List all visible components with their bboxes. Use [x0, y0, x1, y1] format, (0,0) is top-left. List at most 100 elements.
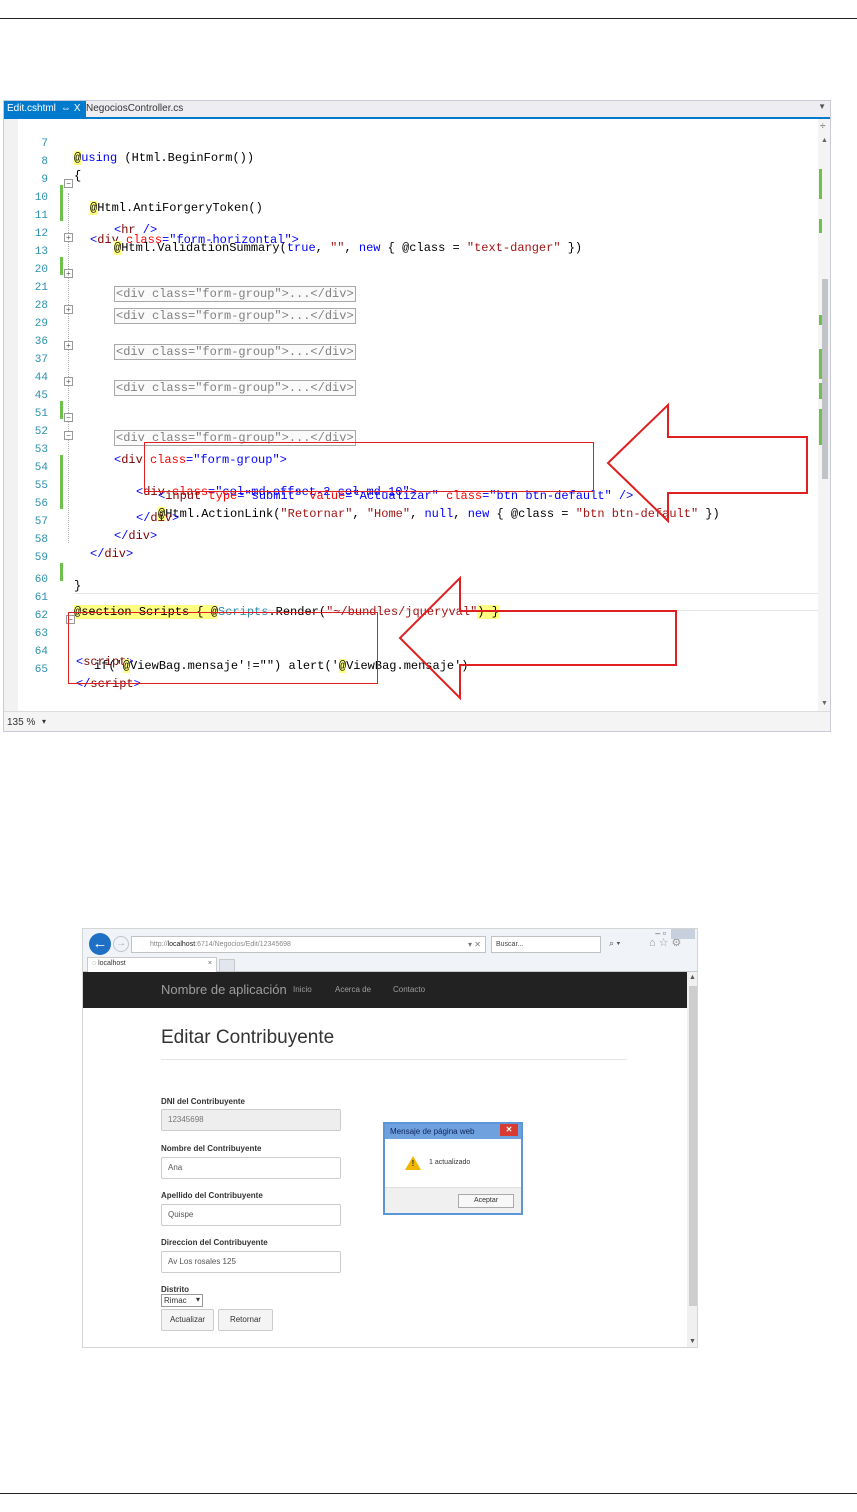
chevron-down-icon[interactable]: ▾	[42, 717, 46, 726]
code-line: 20	[4, 247, 818, 276]
dialog-message: 1 actualizado	[429, 1159, 471, 1166]
aceptar-button[interactable]: Aceptar	[458, 1194, 514, 1208]
scroll-up-icon[interactable]: ▲	[689, 974, 696, 981]
browser-toolbar: ← → http://localhost:6714/Negocios/Edit/…	[83, 929, 697, 972]
collapse-icon[interactable]: −	[64, 179, 73, 188]
line-number: 65	[34, 664, 48, 676]
zoom-level[interactable]: 135 %	[7, 717, 35, 728]
expand-icon[interactable]: +	[64, 377, 73, 386]
chevron-down-icon: ▾	[195, 1295, 200, 1304]
brand-link[interactable]: Nombre de aplicación	[161, 982, 287, 997]
scroll-down-icon[interactable]: ▼	[689, 1338, 696, 1345]
scroll-down-icon[interactable]: ▼	[821, 700, 828, 707]
divider	[161, 1059, 627, 1060]
tab-negocioscontroller[interactable]: NegociosController.cs	[82, 101, 187, 117]
apellido-field[interactable]: Quispe	[161, 1204, 341, 1226]
tab-edit-cshtml[interactable]: Edit.cshtml ⇔ X	[4, 101, 86, 117]
change-marker	[819, 169, 822, 199]
dni-label: DNI del Contribuyente	[161, 1097, 246, 1106]
dialog-body: ! 1 actualizado	[385, 1139, 521, 1187]
direccion-field[interactable]: Av Los rosales 125	[161, 1251, 341, 1273]
browser-window: ← → http://localhost:6714/Negocios/Edit/…	[82, 928, 698, 1348]
change-marker	[819, 349, 822, 379]
address-bar[interactable]: http://localhost:6714/Negocios/Edit/1234…	[131, 936, 486, 953]
nombre-label: Nombre del Contribuyente	[161, 1144, 262, 1153]
collapse-icon[interactable]: −	[64, 431, 73, 440]
apellido-label: Apellido del Contribuyente	[161, 1191, 263, 1200]
search-input[interactable]: Buscar...	[491, 936, 601, 953]
change-marker	[819, 219, 822, 233]
editor-tab-strip: Edit.cshtml ⇔ X NegociosController.cs ▼	[4, 101, 830, 119]
tab-label: NegociosController.cs	[86, 103, 184, 114]
code-line: 28	[4, 283, 818, 312]
code-line: 45 + <div class="form-group">...</div>	[4, 373, 818, 446]
site-navbar: Nombre de aplicación Inicio Acerca de Co…	[83, 972, 687, 1008]
nav-link-inicio[interactable]: Inicio	[293, 985, 312, 994]
close-window-button[interactable]	[671, 929, 695, 939]
highlight-box-buttons	[144, 442, 594, 492]
change-marker	[819, 409, 822, 445]
code-line: 12 @Html.ValidationSummary(true, "", new…	[4, 211, 818, 255]
pin-icon[interactable]: ⇔	[61, 103, 71, 114]
red-arrow-icon	[606, 402, 808, 524]
dialog-close-button[interactable]: ✕	[500, 1124, 518, 1136]
page-title: Editar Contribuyente	[161, 1027, 335, 1048]
page-bottom-rule	[0, 1493, 857, 1494]
dialog-footer: Aceptar	[385, 1187, 521, 1213]
nav-link-acerca[interactable]: Acerca de	[335, 985, 371, 994]
nombre-field[interactable]: Ana	[161, 1157, 341, 1179]
highlight-box-script	[68, 612, 378, 684]
split-icon[interactable]: ÷	[820, 121, 826, 132]
code-line: 10 − <div class="form-horizontal">	[4, 175, 818, 247]
scrollbar-thumb[interactable]	[689, 986, 697, 1306]
code-line: 11 <hr />	[4, 193, 818, 237]
code-line: 59 }	[4, 535, 818, 593]
scroll-up-icon[interactable]: ▲	[821, 137, 828, 144]
change-marker	[819, 315, 822, 325]
expand-icon[interactable]: +	[64, 269, 73, 278]
code-line: 37 + <div class="form-group">...</div>	[4, 337, 818, 396]
tab-dropdown-icon[interactable]: ▼	[818, 102, 826, 111]
page-top-rule	[0, 18, 857, 19]
code-line: 29 + <div class="form-group">...</div>	[4, 301, 818, 360]
new-tab-button[interactable]	[219, 959, 235, 972]
editor-status-bar: 135 % ▾	[4, 711, 830, 731]
address-tools[interactable]: ▾ ✕	[468, 937, 481, 952]
code-line: 36	[4, 319, 818, 348]
distrito-select[interactable]: Rimac ▾	[161, 1294, 203, 1307]
editor-vertical-scrollbar[interactable]: ÷ ▲ ▼	[818, 119, 830, 711]
window-controls[interactable]: – ▫	[655, 929, 695, 939]
close-icon[interactable]: ×	[208, 960, 212, 967]
code-line: 13 + <div class="form-group">...</div>	[4, 229, 818, 302]
browser-vertical-scrollbar[interactable]: ▲ ▼	[687, 972, 697, 1347]
warning-icon-mark: !	[411, 1159, 415, 1168]
code-line: 21 + <div class="form-group">...</div>	[4, 265, 818, 324]
code-area[interactable]: 7 @using (Html.BeginForm()) 8 { 9 @Html.…	[4, 119, 818, 711]
scrollbar-thumb[interactable]	[822, 279, 828, 479]
code-line: 9 @Html.AntiForgeryToken()	[4, 157, 818, 215]
expand-icon[interactable]: +	[64, 341, 73, 350]
forward-button[interactable]: →	[113, 936, 129, 952]
code-line: 60	[4, 557, 818, 586]
tab-label: Edit.cshtml	[7, 103, 56, 114]
browser-tab[interactable]: ◌ localhost ×	[87, 957, 217, 972]
code-line: 8 {	[4, 139, 818, 183]
collapse-icon[interactable]: −	[64, 413, 73, 422]
back-button[interactable]: ←	[89, 933, 111, 955]
close-icon[interactable]: X	[74, 103, 81, 114]
change-marker	[819, 383, 822, 399]
actualizar-button[interactable]: Actualizar	[161, 1309, 214, 1331]
code-line: 44	[4, 355, 818, 384]
search-icon[interactable]: ⌕ ▾	[609, 938, 620, 949]
direccion-label: Direccion del Contribuyente	[161, 1238, 268, 1247]
expand-icon[interactable]: +	[64, 233, 73, 242]
dni-field[interactable]: 12345698	[161, 1109, 341, 1131]
code-editor-window: Edit.cshtml ⇔ X NegociosController.cs ▼ 7 …	[3, 100, 831, 732]
tab-title: localhost	[98, 960, 126, 967]
expand-icon[interactable]: +	[64, 305, 73, 314]
code-line: 7 @using (Html.BeginForm())	[4, 121, 818, 165]
retornar-button[interactable]: Retornar	[218, 1309, 273, 1331]
nav-link-contacto[interactable]: Contacto	[393, 985, 425, 994]
red-arrow-icon	[398, 575, 677, 701]
alert-dialog: Mensaje de página web ✕ ! 1 actualizado …	[383, 1122, 523, 1215]
